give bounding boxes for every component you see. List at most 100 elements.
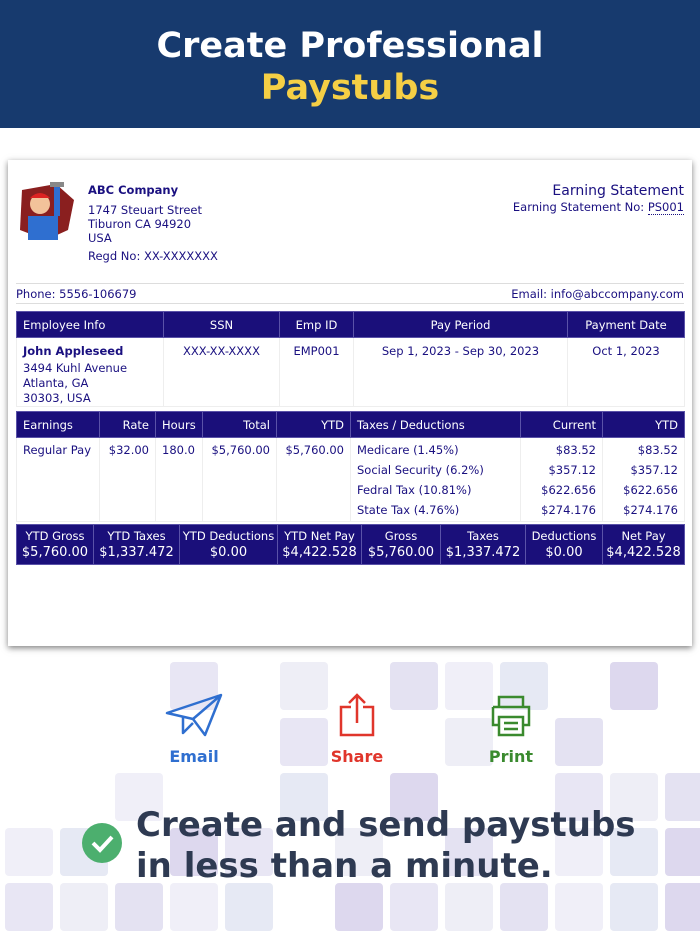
statement-number-label: Earning Statement No: [512,200,645,214]
tagline: Create and send paystubs in less than a … [136,805,636,886]
company-logo [20,182,74,240]
background-tile [170,883,218,931]
earning-rate: $32.00 [99,437,156,522]
summary-value: $5,760.00 [21,545,89,560]
tax-name: Social Security (6.2%) [357,463,484,477]
header-rate: Rate [99,411,156,438]
statement-title: Earning Statement [552,183,684,199]
earning-hours: 180.0 [155,437,203,522]
header-hours: Hours [155,411,203,438]
company-phone: Phone: 5556-106679 [16,287,137,301]
company-name: ABC Company [88,183,179,197]
background-tile [60,883,108,931]
summary-cell: YTD Taxes $1,337.472 [93,524,180,565]
background-tile [445,883,493,931]
earning-name: Regular Pay [16,437,100,522]
background-tile [5,883,53,931]
divider [16,283,684,284]
earnings-table: Earnings Rate Hours Total YTD Taxes / De… [16,411,685,522]
checkmark-icon [82,823,122,863]
employee-address-line2: Atlanta, GA [23,376,89,390]
tax-name: Fedral Tax (10.81%) [357,483,472,497]
employee-name: John Appleseed [23,344,124,358]
summary-label: Gross [384,529,418,543]
tax-ytd: $274.176 [623,503,678,517]
company-city: Tiburon CA 94920 [88,217,192,231]
tax-name: Medicare (1.45%) [357,443,459,457]
paystub-document: ABC Company 1747 Steuart Street Tiburon … [8,160,692,646]
header-employee-info: Employee Info [16,311,164,338]
tax-ytd: $83.52 [637,443,678,457]
header-ytd: YTD [276,411,351,438]
paper-plane-icon [165,693,223,737]
company-street: 1747 Steuart Street [88,203,202,217]
earning-ytd: $5,760.00 [276,437,351,522]
tax-ytd: $622.656 [623,483,678,497]
hero-title: Create Professional [156,26,544,66]
summary-cell: Net Pay $4,422.528 [602,524,685,565]
company-regd: Regd No: XX-XXXXXXX [88,249,218,263]
summary-label: Taxes [467,529,499,543]
header-earnings: Earnings [16,411,100,438]
summary-value: $0.00 [209,545,248,560]
summary-value: $4,422.528 [606,545,681,560]
background-tile [610,662,658,710]
header-payment-date: Payment Date [567,311,685,338]
employee-address-line3: 30303, USA [23,391,91,405]
header-ssn: SSN [163,311,280,338]
ssn-value: XXX-XX-XXXX [163,337,280,407]
tax-current: $83.52 [555,443,596,457]
header-pay-period: Pay Period [353,311,568,338]
background-tiles [0,640,700,934]
summary-cell: YTD Deductions $0.00 [179,524,278,565]
summary-value: $1,337.472 [99,545,174,560]
header-emp-id: Emp ID [279,311,354,338]
print-label: Print [488,747,534,766]
summary-label: YTD Deductions [182,529,275,543]
header-current: Current [520,411,603,438]
header-taxes: Taxes / Deductions [350,411,521,438]
employee-address-line1: 3494 Kuhl Avenue [23,361,128,375]
hero-banner: Create Professional Paystubs [0,0,700,128]
statement-number: Earning Statement No: PS001 [512,200,684,215]
tax-current: $357.12 [548,463,596,477]
print-button[interactable]: Print [461,693,561,766]
share-button[interactable]: Share [307,693,407,766]
payment-date-value: Oct 1, 2023 [567,337,685,407]
background-tile [5,828,53,876]
hero-subtitle: Paystubs [260,68,440,108]
company-email: Email: info@abccompany.com [511,287,684,301]
background-tile [225,883,273,931]
summary-value: $4,422.528 [282,545,357,560]
email-button[interactable]: Email [144,693,244,766]
company-country: USA [88,231,112,245]
summary-label: YTD Gross [25,529,85,543]
background-tile [335,883,383,931]
summary-label: YTD Taxes [107,529,166,543]
summary-label: Deductions [531,529,597,543]
background-tile [390,883,438,931]
summary-cell: Gross $5,760.00 [361,524,441,565]
divider [16,303,684,304]
summary-label: Net Pay [621,529,666,543]
summary-cell: YTD Gross $5,760.00 [16,524,94,565]
summary-value: $0.00 [545,545,583,560]
header-total: Total [202,411,277,438]
tax-ytd: $357.12 [630,463,678,477]
printer-icon [491,695,531,737]
background-tile [115,883,163,931]
summary-table: YTD Gross $5,760.00 YTD Taxes $1,337.472 YTD… [16,524,685,565]
email-label: Email [169,747,219,766]
summary-cell: Taxes $1,337.472 [440,524,526,565]
summary-value: $1,337.472 [445,545,521,560]
background-tile [610,883,658,931]
background-tile [665,773,700,821]
pay-period-value: Sep 1, 2023 - Sep 30, 2023 [353,337,568,407]
background-tile [665,883,700,931]
summary-cell: YTD Net Pay $4,422.528 [277,524,362,565]
share-label: Share [330,747,384,766]
background-tile [665,828,700,876]
tax-name: State Tax (4.76%) [357,503,460,517]
summary-cell: Deductions $0.00 [525,524,603,565]
statement-number-value: PS001 [647,200,684,215]
